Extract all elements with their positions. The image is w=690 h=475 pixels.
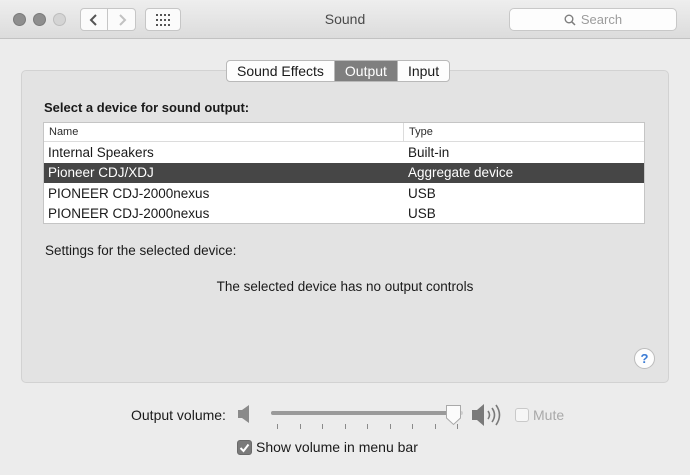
help-icon: ?	[640, 351, 649, 366]
table-header: Name Type	[44, 122, 644, 142]
volume-tick-mark	[344, 424, 346, 429]
search-icon	[564, 14, 576, 26]
help-button[interactable]: ?	[634, 348, 655, 369]
device-name: Internal Speakers	[48, 144, 154, 160]
show-volume-label: Show volume in menu bar	[256, 439, 418, 455]
device-table: Name Type Internal Speakers Built-in Pio…	[43, 122, 645, 224]
device-type: Aggregate device	[408, 165, 514, 181]
show-volume-checkbox[interactable]	[237, 440, 252, 455]
table-row[interactable]: PIONEER CDJ-2000nexus USB	[44, 204, 644, 225]
volume-slider-fill	[271, 411, 454, 415]
device-name: PIONEER CDJ-2000nexus	[48, 185, 210, 201]
speaker-high-icon	[472, 404, 501, 426]
device-type: USB	[408, 206, 436, 222]
volume-slider-knob[interactable]	[445, 404, 462, 426]
table-row-selected[interactable]: Pioneer CDJ/XDJ Aggregate device	[44, 162, 644, 183]
device-name: Pioneer CDJ/XDJ	[48, 165, 154, 181]
content-panel	[21, 70, 669, 383]
tab-input[interactable]: Input	[398, 61, 449, 81]
volume-tick-mark	[389, 424, 391, 429]
mute-label: Mute	[533, 407, 565, 423]
no-controls-message: The selected device has no output contro…	[216, 279, 474, 294]
volume-tick-mark	[412, 424, 413, 429]
table-row[interactable]: PIONEER CDJ-2000nexus USB	[44, 183, 644, 204]
search-field[interactable]: Search	[509, 8, 677, 31]
title-bar: Sound Search	[0, 0, 690, 39]
tab-sound-effects[interactable]: Sound Effects	[227, 61, 335, 81]
settings-label: Settings for the selected device:	[45, 243, 237, 258]
table-row[interactable]: Internal Speakers Built-in	[44, 142, 644, 163]
column-header-name[interactable]: Name	[44, 126, 403, 138]
tab-bar: Sound Effects Output Input	[226, 60, 451, 82]
volume-tick-mark	[322, 424, 323, 429]
checkmark-icon	[239, 443, 250, 453]
volume-tick-mark	[299, 424, 301, 429]
volume-tick-mark	[434, 424, 436, 429]
column-header-type[interactable]: Type	[403, 122, 433, 142]
volume-tick-mark	[367, 424, 368, 429]
section-title: Select a device for sound output:	[44, 100, 250, 115]
volume-tick-mark	[277, 424, 278, 429]
output-volume-label: Output volume:	[131, 407, 226, 423]
search-placeholder: Search	[580, 12, 623, 27]
mute-checkbox[interactable]	[515, 408, 529, 422]
device-type: USB	[408, 185, 436, 201]
tab-output[interactable]: Output	[334, 61, 398, 81]
device-name: PIONEER CDJ-2000nexus	[48, 206, 210, 222]
speaker-low-icon	[238, 405, 249, 423]
volume-slider[interactable]	[271, 411, 463, 415]
device-type: Built-in	[408, 144, 450, 160]
